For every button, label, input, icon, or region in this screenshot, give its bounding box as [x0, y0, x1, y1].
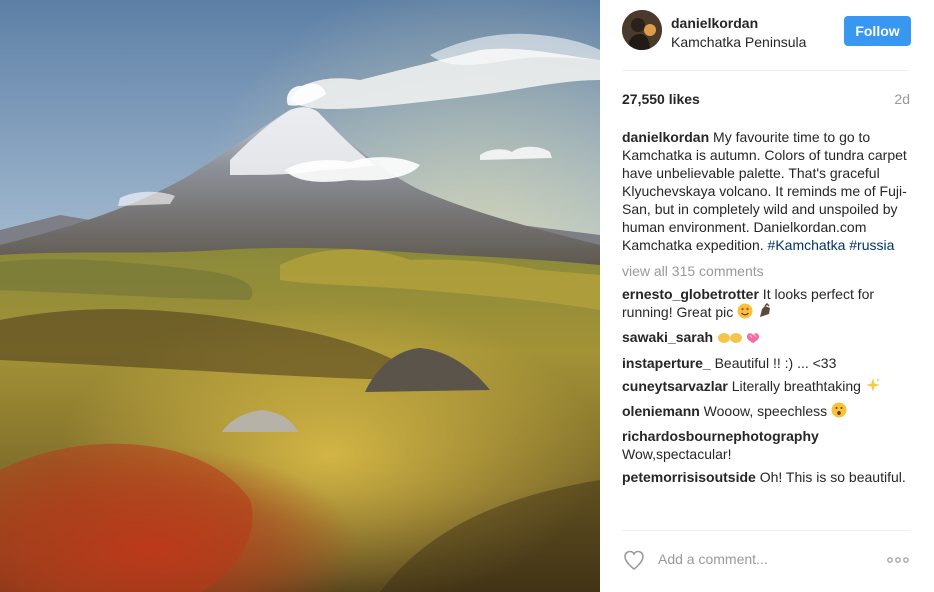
- comment-item: instaperture_ Beautiful !! :) ... <33: [622, 354, 914, 372]
- post-photo[interactable]: [0, 0, 600, 592]
- post-header: danielkordan Kamchatka Peninsula Follow: [600, 0, 934, 70]
- comment-item: sawaki_sarah: [622, 328, 914, 348]
- comment-item: cuneytsarvazlar Literally breathtaking: [622, 377, 914, 397]
- instagram-post: danielkordan Kamchatka Peninsula Follow …: [0, 0, 934, 592]
- avatar-image: [622, 10, 662, 50]
- post-location[interactable]: Kamchatka Peninsula: [671, 34, 806, 50]
- comment-username[interactable]: ernesto_globetrotter: [622, 286, 759, 302]
- caption: danielkordan My favourite time to go to …: [622, 128, 914, 254]
- comment-item: richardosbournephotography Wow,spectacul…: [622, 427, 914, 463]
- comment-text: Oh! This is so beautiful.: [755, 469, 906, 486]
- surprised-face-emoji: [831, 402, 847, 422]
- follow-button[interactable]: Follow: [844, 16, 911, 46]
- comment-text: Beautiful !! :) ... <33: [710, 354, 837, 371]
- divider: [622, 70, 910, 71]
- likes-count[interactable]: 27,550 likes: [622, 91, 700, 107]
- avatar[interactable]: [622, 10, 662, 50]
- post-sidebar: danielkordan Kamchatka Peninsula Follow …: [600, 0, 934, 592]
- clapping-hands-emoji: [717, 329, 761, 349]
- comment-item: oleniemann Wooow, speechless: [622, 402, 914, 422]
- caption-username[interactable]: danielkordan: [622, 129, 709, 145]
- divider: [622, 530, 910, 531]
- hashtag-link[interactable]: #russia: [849, 237, 894, 253]
- sparkles-emoji: [865, 377, 881, 397]
- more-options-icon[interactable]: [886, 553, 910, 567]
- caption-text: My favourite time to go to Kamchatka is …: [622, 129, 907, 253]
- comment-text: Wow,spectacular!: [622, 446, 732, 463]
- comment-username[interactable]: instaperture_: [622, 355, 711, 371]
- comment-text: Literally breathtaking: [727, 377, 865, 394]
- add-comment-input[interactable]: [658, 549, 858, 569]
- comments-section: danielkordan My favourite time to go to …: [622, 128, 914, 486]
- comment-text: Wooow, speechless: [699, 402, 828, 419]
- comment-username[interactable]: richardosbournephotography: [622, 428, 819, 444]
- heart-icon[interactable]: [622, 548, 646, 572]
- comment-item: ernesto_globetrotter It looks perfect fo…: [622, 285, 914, 323]
- comment-username[interactable]: petemorrisisoutside: [622, 469, 756, 485]
- hand-emoji: [757, 303, 773, 323]
- comment-item: petemorrisisoutside Oh! This is so beaut…: [622, 468, 914, 486]
- post-username[interactable]: danielkordan: [671, 15, 758, 31]
- view-all-comments-link[interactable]: view all 315 comments: [622, 262, 914, 280]
- comment-username[interactable]: sawaki_sarah: [622, 329, 713, 345]
- post-time[interactable]: 2d: [894, 91, 910, 107]
- comment-username[interactable]: oleniemann: [622, 403, 700, 419]
- hashtag-link[interactable]: #Kamchatka: [768, 237, 846, 253]
- comment-username[interactable]: cuneytsarvazlar: [622, 378, 728, 394]
- heart-eyes-face-emoji: [737, 303, 753, 323]
- volcano-landscape-image: [0, 0, 600, 592]
